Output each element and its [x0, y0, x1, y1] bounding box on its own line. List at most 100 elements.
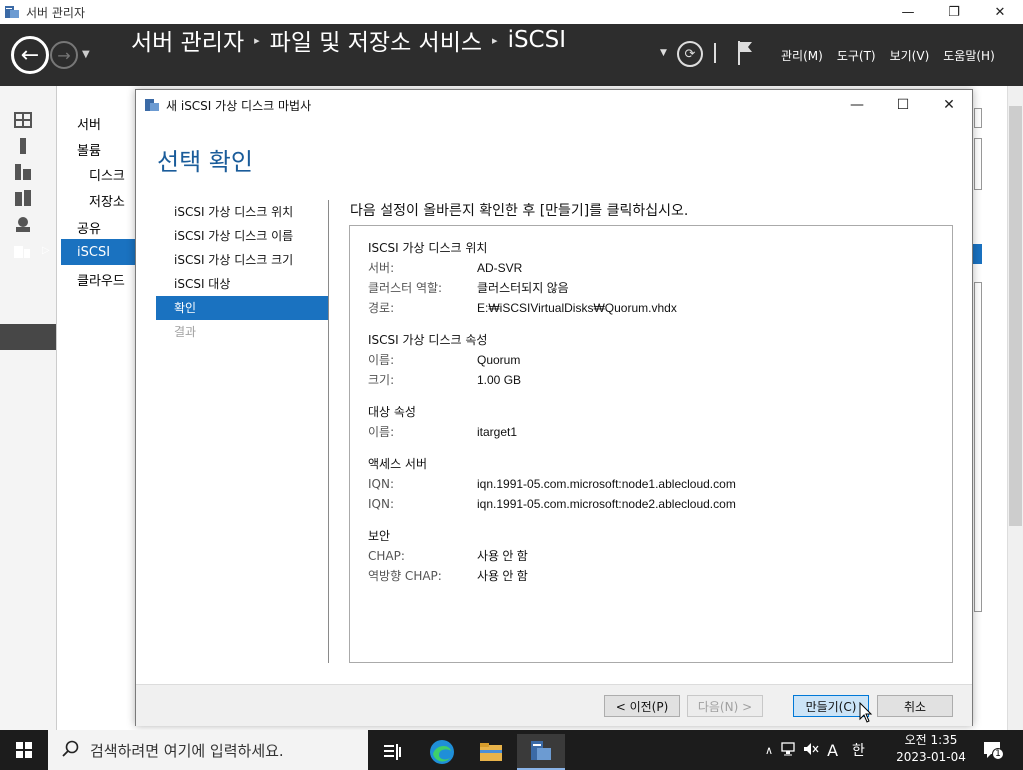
back-arrow-icon: ← [20, 42, 40, 68]
nav-item-iscsi[interactable]: iSCSI [77, 245, 110, 260]
nav-item-servers[interactable]: 서버 [77, 114, 101, 133]
step-results: 결과 [174, 325, 197, 339]
step-disk-name[interactable]: iSCSI 가상 디스크 이름 [156, 224, 328, 248]
breadcrumb-item[interactable]: 파일 및 저장소 서비스 [270, 23, 482, 57]
row-value: iqn.1991-05.com.microsoft:node2.ableclou… [477, 497, 736, 511]
task-view-icon[interactable] [368, 734, 416, 770]
summary-row: IQN: iqn.1991-05.com.microsoft:node1.able… [368, 474, 934, 494]
strip-selection [0, 324, 56, 350]
show-hidden-icons-icon[interactable]: ∧ [765, 744, 773, 757]
breadcrumb-separator-icon: ▸ [254, 33, 260, 47]
wizard-footer: < 이전(P) 다음(N) > 만들기(C) 취소 [136, 684, 972, 726]
iscsi-wizard-dialog: 새 iSCSI 가상 디스크 마법사 — ☐ ✕ 선택 확인 iSCSI 가상 … [135, 89, 973, 726]
previous-button[interactable]: < 이전(P) [604, 695, 680, 717]
wizard-close-button[interactable]: ✕ [926, 90, 972, 120]
file-explorer-icon[interactable] [467, 734, 515, 770]
back-button[interactable]: ← [11, 36, 49, 74]
wizard-maximize-button[interactable]: ☐ [880, 90, 926, 120]
clock-time: 오전 1:35 [904, 733, 958, 747]
breadcrumb-item[interactable]: 서버 관리자 [131, 23, 244, 57]
breadcrumb: 서버 관리자 ▸ 파일 및 저장소 서비스 ▸ iSCSI [131, 23, 566, 57]
outer-panel-edge [974, 108, 982, 128]
section-title: 대상 속성 [368, 405, 416, 419]
menu-tools[interactable]: 도구(T) [837, 47, 876, 64]
row-key: IQN: [368, 477, 395, 491]
all-servers-icon[interactable] [14, 164, 32, 180]
history-dropdown-icon[interactable]: ▼ [82, 49, 90, 60]
file-services-icon[interactable] [14, 190, 32, 206]
local-server-icon[interactable] [14, 138, 32, 154]
outer-minimize-button[interactable]: — [885, 0, 931, 24]
start-button[interactable] [0, 730, 48, 770]
edge-browser-icon[interactable] [418, 734, 466, 770]
volume-muted-icon[interactable] [803, 742, 819, 759]
outer-close-button[interactable]: ✕ [977, 0, 1023, 24]
section-title: ISCSI 가상 디스크 위치 [368, 241, 488, 255]
row-key: 클러스터 역할: [368, 281, 443, 295]
row-key: 역방향 CHAP: [368, 569, 442, 583]
menu-manage[interactable]: 관리(M) [781, 47, 823, 64]
nav-item-disks[interactable]: 디스크 [89, 165, 125, 184]
taskbar-clock[interactable]: 오전 1:35 2023-01-04 [890, 732, 972, 766]
expand-arrow-icon[interactable]: ▷ [42, 245, 50, 256]
cancel-button[interactable]: 취소 [877, 695, 953, 717]
action-center-icon[interactable]: 1 [982, 739, 1004, 761]
next-button[interactable]: 다음(N) > [687, 695, 763, 717]
clock-date: 2023-01-04 [896, 750, 966, 764]
refresh-dropdown-icon[interactable]: ▼ [660, 48, 667, 58]
windows-logo-icon [16, 742, 32, 758]
outer-panel-edge [974, 138, 982, 190]
wizard-app-icon [144, 98, 160, 112]
summary-row: 이름: itarget1 [368, 422, 934, 442]
forward-arrow-icon: → [57, 45, 71, 65]
header-divider [714, 43, 716, 63]
summary-row: CHAP: 사용 안 함 [368, 546, 934, 566]
refresh-icon: ⟳ [684, 46, 696, 62]
summary-row: 크기: 1.00 GB [368, 370, 934, 390]
wizard-title: 새 iSCSI 가상 디스크 마법사 [166, 98, 312, 113]
outer-scrollbar[interactable] [1007, 86, 1023, 730]
notifications-flag-icon[interactable] [736, 40, 754, 66]
search-placeholder: 검색하려면 여기에 입력하세요. [90, 741, 284, 760]
outer-content-edge [972, 86, 1023, 730]
step-confirmation[interactable]: 확인 [156, 296, 328, 320]
step-disk-size[interactable]: iSCSI 가상 디스크 크기 [156, 248, 328, 272]
row-value: iqn.1991-05.com.microsoft:node1.ableclou… [477, 477, 736, 491]
wizard-steps: iSCSI 가상 디스크 위치 iSCSI 가상 디스크 이름 iSCSI 가상… [156, 200, 328, 344]
row-value: AD-SVR [477, 261, 523, 275]
left-nav: 서버 볼륨 디스크 저장소 공유 iSCSI 클라우드 [56, 86, 137, 730]
instruction-text: 다음 설정이 올바른지 확인한 후 [만들기]를 클릭하십시오. [350, 203, 689, 219]
dashboard-icon[interactable] [14, 112, 32, 128]
outer-scrollbar-thumb[interactable] [1009, 106, 1022, 526]
network-icon[interactable] [781, 741, 797, 759]
menu-view[interactable]: 보기(V) [890, 47, 930, 64]
summary-section-access-servers: 액세스 서버 IQN: iqn.1991-05.com.microsoft:nod… [368, 454, 934, 514]
create-button[interactable]: 만들기(C) [793, 695, 869, 717]
forward-button[interactable]: → [50, 41, 78, 69]
step-disk-location[interactable]: iSCSI 가상 디스크 위치 [156, 200, 328, 224]
outer-titlebar: 서버 관리자 — ❐ ✕ [0, 0, 1023, 24]
summary-row: 역방향 CHAP: 사용 안 함 [368, 566, 934, 586]
nav-item-volumes[interactable]: 볼륨 [77, 140, 101, 159]
input-mode-indicator[interactable]: A [827, 741, 838, 760]
refresh-button[interactable]: ⟳ [677, 41, 703, 67]
outer-restore-button[interactable]: ❐ [931, 0, 977, 24]
notification-count-badge: 1 [992, 748, 1004, 760]
row-value: 클러스터되지 않음 [477, 281, 569, 295]
storage-services-icon[interactable] [14, 243, 32, 259]
taskbar-search-box[interactable]: 검색하려면 여기에 입력하세요. [48, 730, 368, 770]
row-key: 경로: [368, 301, 395, 315]
menu-help[interactable]: 도움말(H) [943, 47, 995, 64]
iis-icon[interactable] [14, 216, 32, 232]
nav-item-storage-pools[interactable]: 저장소 [89, 191, 125, 210]
nav-item-cloud[interactable]: 클라우드 [77, 270, 125, 289]
server-manager-taskbar-icon[interactable] [517, 734, 565, 770]
row-key: 서버: [368, 261, 395, 275]
outer-window-title: 서버 관리자 [26, 5, 86, 20]
row-value: itarget1 [477, 425, 518, 439]
step-iscsi-target[interactable]: iSCSI 대상 [156, 272, 328, 296]
nav-item-shares[interactable]: 공유 [77, 218, 101, 237]
ime-language-indicator[interactable]: 한 [852, 740, 865, 760]
wizard-minimize-button[interactable]: — [834, 90, 880, 120]
breadcrumb-item[interactable]: iSCSI [508, 27, 566, 53]
